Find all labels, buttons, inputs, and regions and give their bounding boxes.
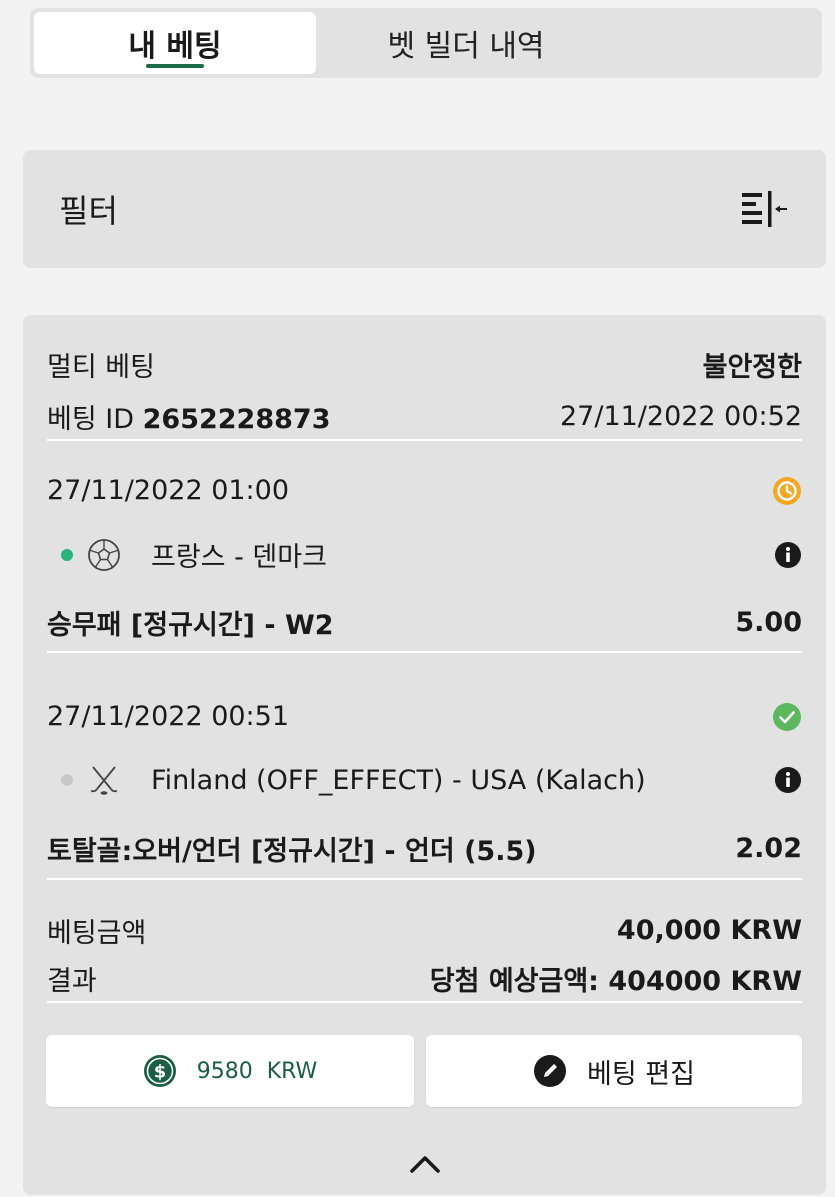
divider [47,439,802,441]
selection-market-row: 승무패 [정규시간] - W2 5.00 [47,603,802,642]
chevron-up-icon[interactable] [408,1153,442,1175]
potential-win: 당첨 예상금액: 404000 KRW [429,966,802,997]
bet-placed-at: 27/11/2022 00:52 [559,401,802,432]
pencil-icon [534,1055,567,1087]
event-name: Finland (OFF_EFFECT) - USA (Kalach) [151,764,646,796]
result-row: 결과 당첨 예상금액: 404000 KRW [47,959,802,998]
bet-header-row: 멀티 베팅 불안정한 [47,345,802,384]
edit-bet-button[interactable]: 베팅 편집 [426,1035,802,1107]
soccer-ball-icon [88,538,120,571]
bet-tabs: 내 베팅 벳 빌더 내역 [30,8,822,78]
selection-datetime: 27/11/2022 00:51 [47,701,290,732]
info-icon[interactable] [774,766,802,794]
selection-event: Finland (OFF_EFFECT) - USA (Kalach) [47,763,646,797]
market-name: 승무패 [정규시간] - W2 [47,610,334,641]
tab-bet-builder-history-label: 벳 빌더 내역 [387,29,545,64]
divider [47,878,802,880]
bet-id-row: 베팅 ID 2652228873 27/11/2022 00:52 [47,397,802,436]
cashout-amount: 9580 KRW [196,1058,318,1084]
edit-bet-label: 베팅 편집 [587,1058,695,1090]
tab-bet-builder-history[interactable]: 벳 빌더 내역 [316,12,616,74]
selection-event: 프랑스 - 덴마크 [47,535,327,574]
dollar-icon: $ [143,1055,176,1087]
market-name: 토탈골:오버/언더 [정규시간] - 언더 (5.5) [47,836,537,867]
odds: 5.00 [735,607,802,638]
live-status-dot [61,548,73,561]
selection-event-row: 프랑스 - 덴마크 [47,535,802,574]
selection-datetime-row: 27/11/2022 01:00 [47,475,802,506]
event-name: 프랑스 - 덴마크 [151,542,327,573]
result-label: 결과 [47,966,97,997]
divider [47,651,802,653]
selection-datetime-row: 27/11/2022 00:51 [47,701,802,732]
bet-status: 불안정한 [702,352,802,383]
selection-market-row: 토탈골:오버/언더 [정규시간] - 언더 (5.5) 2.02 [47,829,802,868]
odds: 2.02 [735,833,802,864]
check-icon [773,702,801,731]
tab-my-bets[interactable]: 내 베팅 [34,12,316,74]
filter-collapse-icon[interactable] [740,189,790,229]
hockey-sticks-icon [90,766,118,795]
bet-id-value: 2652228873 [142,404,331,435]
bet-id: 베팅 ID 2652228873 [47,397,331,436]
bet-type: 멀티 베팅 [47,352,155,383]
filter-label: 필터 [59,192,118,230]
bet-card: 멀티 베팅 불안정한 베팅 ID 2652228873 27/11/2022 0… [23,315,826,1195]
clock-icon [773,476,801,505]
stake-value: 40,000 KRW [616,915,802,946]
bet-id-label: 베팅 ID [47,404,135,435]
cashout-button[interactable]: $ 9580 KRW [46,1035,414,1107]
tab-my-bets-label: 내 베팅 [128,29,222,64]
selection-datetime: 27/11/2022 01:00 [47,475,290,506]
live-status-dot [61,774,73,786]
svg-text:$: $ [153,1062,166,1083]
active-tab-indicator [146,64,204,68]
info-icon[interactable] [774,541,802,569]
stake-row: 베팅금액 40,000 KRW [47,911,802,950]
filter-bar[interactable]: 필터 [23,150,826,268]
selection-event-row: Finland (OFF_EFFECT) - USA (Kalach) [47,763,802,797]
divider [47,1001,802,1003]
stake-label: 베팅금액 [47,918,147,949]
